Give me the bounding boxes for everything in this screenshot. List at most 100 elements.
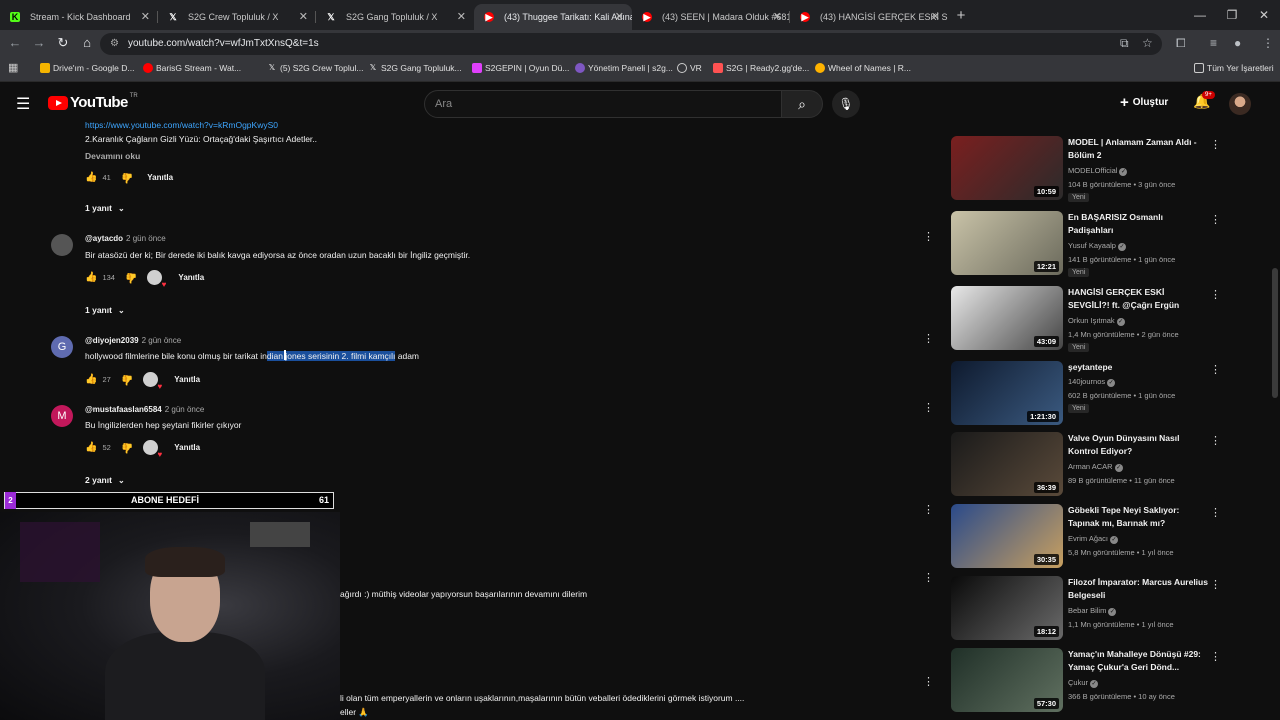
bookmark-item[interactable]: S2GEPIN | Oyun Dü... [472, 63, 569, 73]
bookmark-item[interactable]: VR [677, 63, 702, 73]
back-icon[interactable]: ← [6, 35, 24, 50]
commenter-avatar[interactable]: G [51, 336, 73, 358]
install-app-icon[interactable]: ⧉ [1120, 36, 1129, 51]
replies-toggle[interactable]: 2 yanıt ⌄ [85, 475, 125, 485]
recommended-video[interactable]: 18:12 Filozof İmparator: Marcus Aurelius… [948, 574, 1280, 644]
recommended-video[interactable]: 57:30 Yamaç'ın Mahalleye Dönüşü #29: Yam… [948, 646, 1280, 716]
video-title[interactable]: Yamaç'ın Mahalleye Dönüşü #29: Yamaç Çuk… [1068, 648, 1208, 674]
browser-tab-active[interactable]: ▶ (43) Thuggee Tarikatı: Kali Adına ✕ [474, 4, 632, 30]
video-menu-icon[interactable]: ⋮ [1210, 578, 1221, 591]
video-title[interactable]: MODEL | Anlamam Zaman Aldı - Bölüm 2 [1068, 136, 1208, 162]
new-tab-button[interactable]: + [948, 4, 974, 30]
browser-tab[interactable]: K Stream - Kick Dashboard ✕ [0, 4, 158, 30]
browser-menu-icon[interactable]: ⋮ [1262, 36, 1274, 50]
search-button[interactable]: ⌕ [781, 90, 823, 118]
like-icon[interactable]: 👍 [85, 172, 97, 183]
video-thumbnail[interactable]: 30:35 [951, 504, 1063, 568]
video-thumbnail[interactable]: 18:12 [951, 576, 1063, 640]
browser-tab[interactable]: ▶ (43) HANGİSİ GERÇEK ESKİ SEV ✕ [790, 4, 948, 30]
close-window-icon[interactable]: ✕ [1248, 0, 1280, 30]
video-title[interactable]: En BAŞARISIZ Osmanlı Padişahları [1068, 211, 1208, 237]
video-title[interactable]: HANGİSİ GERÇEK ESKİ SEVGİLİ?! ft. @Çağrı… [1068, 286, 1208, 312]
recommended-video[interactable]: 1:21:30 şeytantepe 140journos ✓ 602 B gör… [948, 359, 1280, 429]
video-menu-icon[interactable]: ⋮ [1210, 434, 1221, 447]
video-menu-icon[interactable]: ⋮ [1210, 288, 1221, 301]
bookmark-item[interactable]: S2G | Ready2.gg'de... [713, 63, 809, 73]
recommended-video[interactable]: 12:21 En BAŞARISIZ Osmanlı Padişahları Y… [948, 209, 1280, 279]
video-menu-icon[interactable]: ⋮ [1210, 650, 1221, 663]
minimize-icon[interactable]: — [1184, 0, 1216, 30]
video-title[interactable]: Filozof İmparator: Marcus Aurelius Belge… [1068, 576, 1208, 602]
search-input[interactable]: Ara [424, 90, 782, 118]
like-icon[interactable]: 👍 [85, 272, 97, 283]
recommended-video[interactable]: 30:35 Göbekli Tepe Neyi Saklıyor: Tapına… [948, 502, 1280, 572]
show-more-button[interactable]: Devamını oku [85, 151, 140, 161]
account-avatar[interactable] [1229, 93, 1251, 115]
bookmark-item[interactable]: Wheel of Names | R... [815, 63, 911, 73]
reply-button[interactable]: Yanıtla [147, 173, 173, 182]
bookmark-item[interactable]: Drive'ım - Google D... [40, 63, 134, 73]
dislike-icon[interactable]: 👍 [125, 272, 137, 283]
close-tab-icon[interactable]: ✕ [299, 4, 308, 30]
channel-name[interactable]: Arman ACAR ✓ [1068, 462, 1123, 472]
comment-menu-icon[interactable]: ⋮ [923, 232, 934, 243]
channel-name[interactable]: Orkun Işıtmak ✓ [1068, 316, 1125, 326]
comment-link[interactable]: https://www.youtube.com/watch?v=kRmOgpKw… [85, 120, 278, 130]
reading-list-icon[interactable]: ≡ [1210, 36, 1217, 50]
reply-button[interactable]: Yanıtla [178, 273, 204, 282]
youtube-logo[interactable]: YouTube TR [48, 93, 138, 111]
video-menu-icon[interactable]: ⋮ [1210, 506, 1221, 519]
video-thumbnail[interactable]: 57:30 [951, 648, 1063, 712]
all-bookmarks[interactable]: Tüm Yer İşaretleri [1194, 63, 1274, 73]
like-icon[interactable]: 👍 [85, 374, 97, 385]
home-icon[interactable]: ⌂ [78, 35, 96, 50]
comment-menu-icon[interactable]: ⋮ [923, 677, 934, 688]
video-title[interactable]: Göbekli Tepe Neyi Saklıyor: Tapınak mı, … [1068, 504, 1208, 530]
comment-author[interactable]: @diyojen2039 2 gün önce [85, 336, 181, 345]
apps-grid-icon[interactable]: ▦ [8, 63, 19, 74]
channel-name[interactable]: 140journos ✓ [1068, 377, 1116, 387]
comment-author[interactable]: @mustafaaslan6584 2 gün önce [85, 405, 204, 414]
recommended-video[interactable]: 36:39 Valve Oyun Dünyasını Nasıl Kontrol… [948, 430, 1280, 500]
like-icon[interactable]: 👍 [85, 442, 97, 453]
menu-icon[interactable]: ☰ [16, 94, 30, 114]
reply-button[interactable]: Yanıtla [174, 443, 200, 452]
channel-name[interactable]: Yusuf Kayaalp ✓ [1068, 241, 1126, 251]
browser-tab[interactable]: 𝕏 S2G Gang Topluluk / X ✕ [316, 4, 474, 30]
video-thumbnail[interactable]: 36:39 [951, 432, 1063, 496]
video-thumbnail[interactable]: 10:59 [951, 136, 1063, 200]
reload-icon[interactable]: ↻ [54, 35, 72, 51]
video-thumbnail[interactable]: 12:21 [951, 211, 1063, 275]
browser-tab[interactable]: ▶ (43) SEEN | Madara Olduk #681 ✕ [632, 4, 790, 30]
dislike-icon[interactable]: 👍 [121, 172, 133, 183]
bookmark-item[interactable]: Yönetim Paneli | s2g... [575, 63, 673, 73]
video-title[interactable]: şeytantepe [1068, 361, 1208, 374]
bookmark-item[interactable]: 𝕏 (5) S2G Crew Toplul... [267, 63, 364, 73]
browser-tab[interactable]: 𝕏 S2G Crew Topluluk / X ✕ [158, 4, 316, 30]
close-tab-icon[interactable]: ✕ [141, 4, 150, 30]
close-tab-icon[interactable]: ✕ [931, 4, 940, 30]
page-scrollbar[interactable] [1272, 268, 1278, 398]
comment-menu-icon[interactable]: ⋮ [923, 403, 934, 414]
url-field[interactable]: ⚙ youtube.com/watch?v=wfJmTxtXnsQ&t=1s [100, 33, 1162, 55]
voice-search-button[interactable]: 🎙 [832, 90, 860, 118]
bookmark-item[interactable]: BarisG Stream - Wat... [143, 63, 241, 73]
site-info-icon[interactable]: ⚙ [110, 33, 119, 55]
channel-name[interactable]: Evrim Ağacı ✓ [1068, 534, 1119, 544]
video-menu-icon[interactable]: ⋮ [1210, 363, 1221, 376]
maximize-icon[interactable]: ❐ [1216, 0, 1248, 30]
comment-menu-icon[interactable]: ⋮ [923, 505, 934, 516]
bookmark-item[interactable]: 𝕏 S2G Gang Topluluk... [368, 63, 462, 73]
dislike-icon[interactable]: 👍 [121, 442, 133, 453]
extensions-icon[interactable]: ⧠ [1176, 36, 1186, 51]
channel-name[interactable]: MODELOfficial ✓ [1068, 166, 1128, 176]
recommended-video[interactable]: 43:09 HANGİSİ GERÇEK ESKİ SEVGİLİ?! ft. … [948, 284, 1280, 354]
close-tab-icon[interactable]: ✕ [457, 4, 466, 30]
video-thumbnail[interactable]: 1:21:30 [951, 361, 1063, 425]
video-menu-icon[interactable]: ⋮ [1210, 213, 1221, 226]
create-button[interactable]: + Oluştur [1120, 94, 1168, 111]
comment-author[interactable]: @aytacdo 2 gün önce [85, 234, 166, 243]
video-title[interactable]: Valve Oyun Dünyasını Nasıl Kontrol Ediyo… [1068, 432, 1208, 458]
dislike-icon[interactable]: 👍 [121, 374, 133, 385]
comment-menu-icon[interactable]: ⋮ [923, 334, 934, 345]
